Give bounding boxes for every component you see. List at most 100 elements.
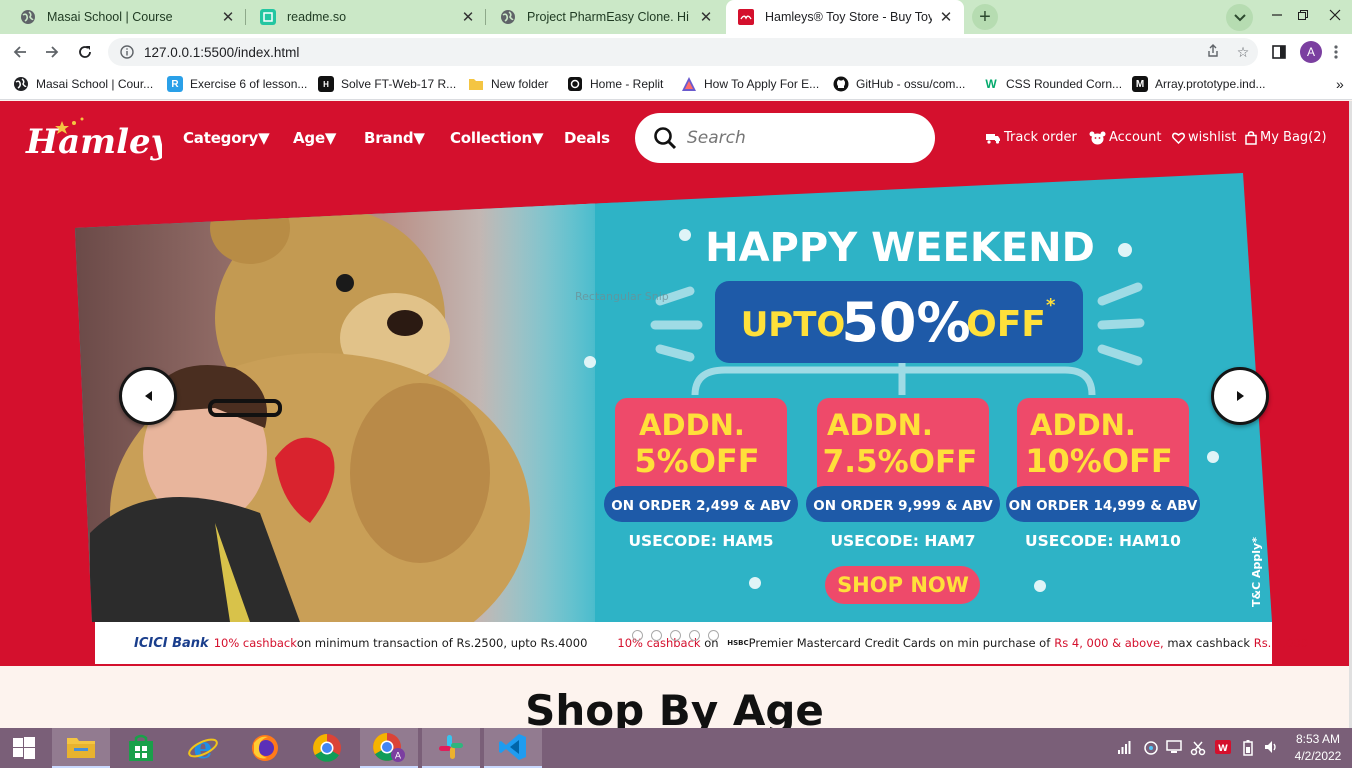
network-icon[interactable] <box>1143 740 1159 759</box>
carousel-dot[interactable] <box>670 630 681 641</box>
offer-code: USECODE: HAM7 <box>830 532 975 550</box>
bookmark-item[interactable]: New folder <box>468 76 548 92</box>
volume-icon[interactable] <box>1264 740 1280 757</box>
icici-offer-details: on minimum transaction of Rs.2500, upto … <box>296 636 588 650</box>
start-button[interactable] <box>0 728 48 768</box>
bookmark-item[interactable]: Home - Replit <box>567 76 663 92</box>
triangle-icon <box>681 76 697 92</box>
battery-icon[interactable] <box>1243 740 1253 759</box>
arrow-left-icon <box>13 46 26 58</box>
signal-icon[interactable] <box>1118 740 1134 757</box>
w3schools-icon: W <box>985 77 997 91</box>
clock-date: 4/2/2022 <box>1294 749 1342 763</box>
bookmark-item[interactable]: W CSS Rounded Corn... <box>983 76 1122 92</box>
carousel-dot[interactable] <box>708 630 719 641</box>
bookmark-item[interactable]: H Solve FT-Web-17 R... <box>318 76 456 92</box>
vscode-button[interactable] <box>484 728 542 768</box>
banner-headline: HAPPY WEEKEND <box>705 225 1095 271</box>
browser-tab[interactable]: Masai School | Course ✕ <box>8 0 246 34</box>
chrome-profile-button[interactable]: A <box>360 728 418 768</box>
browser-tab[interactable]: Project PharmEasy Clone. Hi Ever ✕ <box>488 0 724 34</box>
shopping-bag-icon <box>1245 130 1257 145</box>
display-icon[interactable] <box>1166 740 1182 757</box>
track-order-link[interactable]: Track order <box>986 130 1077 145</box>
site-search[interactable] <box>635 113 935 163</box>
carousel-dot[interactable] <box>651 630 662 641</box>
side-panel-icon <box>1272 45 1286 59</box>
bookmark-label: CSS Rounded Corn... <box>1006 77 1123 91</box>
bookmark-item[interactable]: How To Apply For E... <box>681 76 819 92</box>
forward-button[interactable] <box>38 38 66 66</box>
store-button[interactable] <box>112 728 170 768</box>
bookmark-item[interactable]: GitHub - ossu/com... <box>833 76 965 92</box>
wishlist-link[interactable]: wishlist <box>1172 130 1236 145</box>
chevron-right-icon <box>1236 391 1244 401</box>
store-icon <box>129 734 153 761</box>
tab-title: Masai School | Course <box>47 10 173 24</box>
close-icon[interactable]: ✕ <box>220 8 236 26</box>
hackerrank-icon: H <box>318 76 334 92</box>
hero-banner[interactable]: HAPPY WEEKEND UPTO 50% OFF * ADDN. 5%OFF… <box>0 173 1349 666</box>
nav-category[interactable]: Category▼ <box>183 129 270 147</box>
tnc-text: T&C Apply* <box>1250 537 1263 607</box>
carousel-next-button[interactable] <box>1211 367 1269 425</box>
browser-tab[interactable]: readme.so ✕ <box>248 0 486 34</box>
search-input[interactable] <box>687 128 907 148</box>
bookmark-item[interactable]: R Exercise 6 of lesson... <box>167 76 307 92</box>
restore-button[interactable] <box>1288 0 1318 30</box>
nav-collection[interactable]: Collection▼ <box>450 129 543 147</box>
bookmark-label: Array.prototype.ind... <box>1155 77 1266 91</box>
hamleys-icon <box>738 9 754 25</box>
minimize-icon <box>1272 14 1282 16</box>
browser-tab-active[interactable]: Hamleys® Toy Store - Buy Toys fo ✕ <box>726 0 964 34</box>
bookmark-label: Masai School | Cour... <box>36 77 154 91</box>
info-icon[interactable] <box>114 45 140 59</box>
close-icon[interactable]: ✕ <box>938 8 954 26</box>
slack-button[interactable] <box>422 728 480 768</box>
nav-age[interactable]: Age▼ <box>293 129 336 147</box>
offer-line2: 5%OFF <box>634 442 759 480</box>
url-text[interactable]: 127.0.0.1:5500/index.html <box>144 45 1198 60</box>
offer-line1: ADDN. <box>1030 408 1136 442</box>
tab-search-button[interactable] <box>1226 4 1253 31</box>
bookmark-item[interactable]: M Array.prototype.ind... <box>1132 76 1266 92</box>
bookmarks-overflow-button[interactable]: » <box>1336 76 1344 92</box>
hamleys-logo[interactable]: Hamleys <box>22 109 162 167</box>
close-icon[interactable]: ✕ <box>460 8 476 26</box>
close-icon[interactable]: ✕ <box>698 8 714 26</box>
nav-deals[interactable]: Deals <box>564 129 610 147</box>
side-panel-button[interactable] <box>1265 38 1293 66</box>
address-bar[interactable]: 127.0.0.1:5500/index.html ☆ <box>108 38 1258 66</box>
carousel-dot[interactable] <box>689 630 700 641</box>
account-link[interactable]: Account <box>1089 130 1162 145</box>
snipping-tool-icon[interactable] <box>1190 740 1206 759</box>
security-icon[interactable]: W <box>1215 740 1231 757</box>
file-explorer-icon <box>67 738 95 758</box>
system-clock[interactable]: 8:53 AM 4/2/2022 <box>1290 731 1346 765</box>
new-tab-button[interactable]: + <box>972 4 998 30</box>
carousel-dot[interactable] <box>632 630 643 641</box>
share-icon[interactable] <box>1198 43 1228 61</box>
chrome-icon <box>313 734 341 762</box>
my-bag-link[interactable]: My Bag(2) <box>1245 130 1327 145</box>
back-button[interactable] <box>6 38 34 66</box>
carousel-prev-button[interactable] <box>119 367 177 425</box>
file-explorer-button[interactable] <box>52 728 110 768</box>
close-window-button[interactable] <box>1320 0 1350 30</box>
chrome-button[interactable] <box>298 728 356 768</box>
firefox-button[interactable] <box>236 728 294 768</box>
nav-brand[interactable]: Brand▼ <box>364 129 425 147</box>
arrow-right-icon <box>46 46 59 58</box>
logo-text: Hamleys <box>25 122 162 162</box>
hamleys-site: Hamleys Category▼ Age▼ Brand▼ Collection… <box>0 101 1349 666</box>
profile-avatar[interactable]: A <box>1300 41 1322 63</box>
search-icon[interactable] <box>653 126 677 150</box>
menu-button[interactable] <box>1322 38 1350 66</box>
bookmark-item[interactable]: Masai School | Cour... <box>13 76 153 92</box>
internet-explorer-button[interactable]: e <box>174 728 232 768</box>
reload-button[interactable] <box>71 38 99 66</box>
github-icon <box>833 76 849 92</box>
bookmark-star-icon[interactable]: ☆ <box>1228 44 1258 61</box>
svg-text:e: e <box>193 733 212 763</box>
shop-now-button[interactable]: SHOP NOW <box>837 573 969 597</box>
